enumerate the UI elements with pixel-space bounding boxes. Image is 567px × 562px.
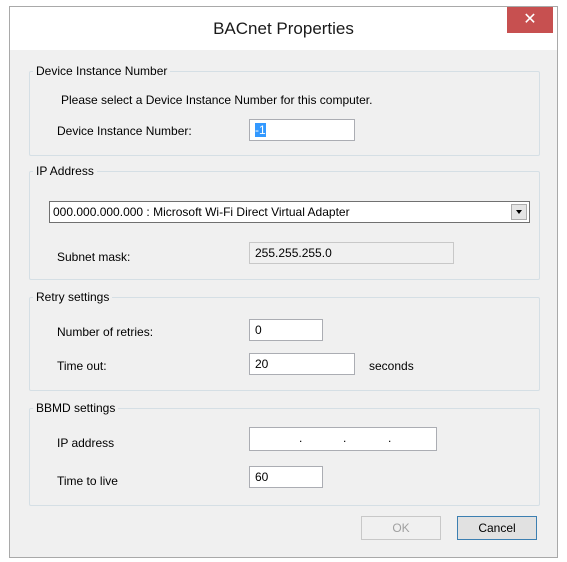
retries-input[interactable]: 0 [249,319,323,341]
subnet-mask-value: 255.255.255.0 [255,246,332,260]
device-instance-input[interactable]: -1 [249,119,355,141]
retry-settings-group: Retry settings Number of retries: 0 Time… [29,290,540,391]
device-instance-value: -1 [255,123,266,137]
ok-button[interactable]: OK [361,516,441,540]
bbmd-ip-label: IP address [57,436,115,450]
timeout-value: 20 [255,357,269,371]
title-bar: BACnet Properties ✕ [10,7,557,50]
retries-value: 0 [255,323,262,337]
window-title: BACnet Properties [213,19,354,38]
ip-address-group: IP Address 000.000.000.000 : Microsoft W… [29,164,540,280]
ttl-label: Time to live [57,474,118,488]
adapter-dropdown-button[interactable] [511,204,527,220]
ttl-input[interactable]: 60 [249,466,323,488]
timeout-input[interactable]: 20 [249,353,355,375]
close-button[interactable]: ✕ [507,7,553,33]
bbmd-settings-legend: BBMD settings [33,401,119,415]
ip-octet-separator: . [388,431,392,445]
device-instance-instruction: Please select a Device Instance Number f… [61,93,373,107]
device-instance-legend: Device Instance Number [33,64,171,78]
adapter-selected-value: 000.000.000.000 : Microsoft Wi-Fi Direct… [53,205,350,219]
timeout-unit-label: seconds [369,359,414,373]
retries-label: Number of retries: [57,325,154,339]
device-instance-label: Device Instance Number: [57,124,192,138]
subnet-mask-label: Subnet mask: [57,250,131,264]
timeout-label: Time out: [57,359,107,373]
close-icon: ✕ [523,11,537,28]
ip-octet-separator: . [299,431,303,445]
chevron-down-icon [516,210,522,214]
adapter-select[interactable]: 000.000.000.000 : Microsoft Wi-Fi Direct… [49,201,530,223]
ip-address-legend: IP Address [33,164,97,178]
device-instance-group: Device Instance Number Please select a D… [29,64,540,156]
bacnet-properties-dialog: BACnet Properties ✕ Device Instance Numb… [9,6,558,558]
bbmd-ip-address-input[interactable]: . . . [249,427,437,451]
subnet-mask-field: 255.255.255.0 [249,242,454,264]
ttl-value: 60 [255,470,269,484]
bbmd-settings-group: BBMD settings IP address . . . Time to l… [29,401,540,506]
retry-settings-legend: Retry settings [33,290,113,304]
ip-octet-separator: . [343,431,347,445]
cancel-button[interactable]: Cancel [457,516,537,540]
